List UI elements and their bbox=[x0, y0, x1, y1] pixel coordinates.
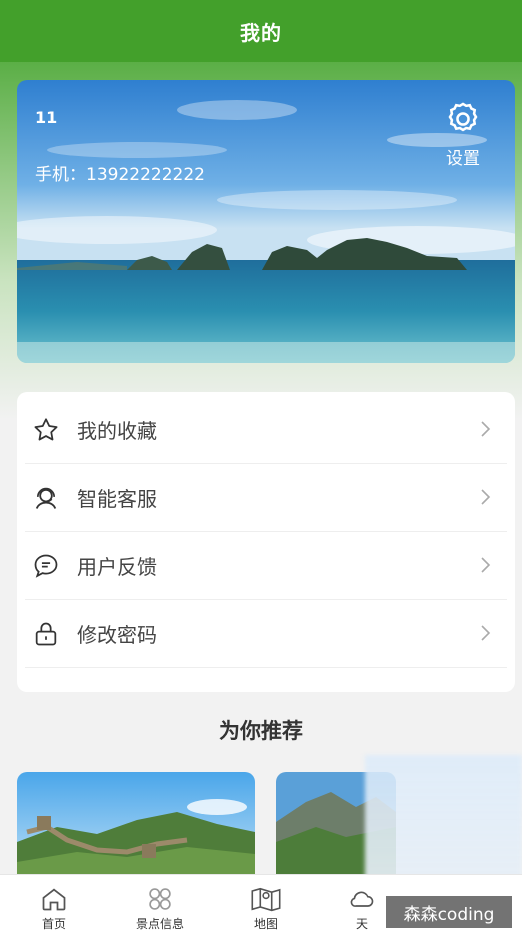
phone-row: 手机：13922222222 bbox=[35, 160, 205, 185]
tab-map[interactable]: 地图 bbox=[214, 875, 318, 942]
menu-item-feedback[interactable]: 用户反馈 bbox=[25, 532, 507, 600]
settings-button[interactable]: 设置 bbox=[441, 100, 485, 169]
settings-label: 设置 bbox=[446, 149, 480, 169]
tab-label: 地图 bbox=[253, 917, 278, 931]
chevron-right-icon bbox=[481, 625, 491, 641]
weather-icon bbox=[350, 891, 374, 907]
gear-icon bbox=[448, 102, 478, 132]
menu-item-label: 修改密码 bbox=[77, 623, 157, 647]
recommend-title: 为你推荐 bbox=[219, 719, 303, 743]
star-icon bbox=[31, 415, 61, 445]
user-id: 11 bbox=[35, 108, 58, 127]
home-icon bbox=[42, 888, 66, 911]
tab-label: 景点信息 bbox=[135, 917, 184, 931]
tab-home[interactable]: 首页 bbox=[2, 875, 106, 942]
customer-service-icon bbox=[31, 483, 61, 513]
lock-icon bbox=[31, 619, 61, 649]
menu-item-label: 用户反馈 bbox=[77, 555, 157, 579]
menu-card: 我的收藏 智能客服 用户反馈 修改密码 bbox=[17, 392, 515, 692]
tab-attractions[interactable]: 景点信息 bbox=[108, 875, 212, 942]
phone-number: 13922222222 bbox=[86, 165, 205, 185]
chevron-right-icon bbox=[481, 489, 491, 505]
page-title: 我的 bbox=[240, 20, 282, 45]
menu-item-label: 智能客服 bbox=[77, 487, 157, 511]
chevron-right-icon bbox=[481, 421, 491, 437]
top-bar: 我的 bbox=[0, 0, 522, 62]
tab-label: 首页 bbox=[41, 917, 66, 931]
menu-item-customer-service[interactable]: 智能客服 bbox=[25, 464, 507, 532]
phone-label: 手机： bbox=[35, 165, 86, 185]
profile-card: 11 手机：13922222222 设置 bbox=[17, 80, 515, 363]
chat-bubble-icon bbox=[31, 551, 61, 581]
map-icon bbox=[251, 887, 281, 912]
menu-item-label: 我的收藏 bbox=[77, 419, 157, 443]
watermark: 森森coding bbox=[386, 896, 512, 928]
grid-icon bbox=[149, 888, 171, 910]
menu-item-change-password[interactable]: 修改密码 bbox=[25, 600, 507, 668]
chevron-right-icon bbox=[481, 557, 491, 573]
menu-item-favorites[interactable]: 我的收藏 bbox=[25, 396, 507, 464]
